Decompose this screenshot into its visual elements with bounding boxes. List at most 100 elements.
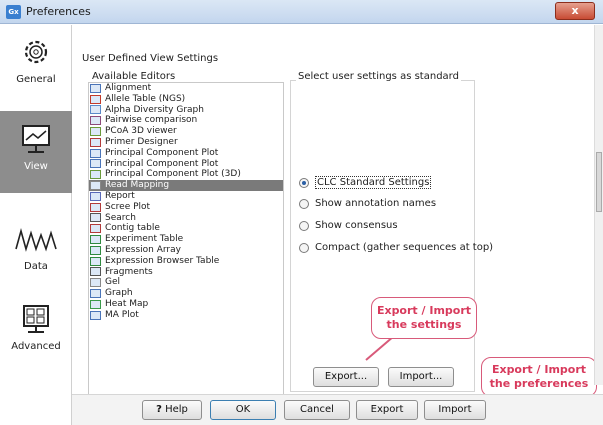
radio-button[interactable] — [299, 198, 309, 209]
editor-list-item[interactable]: Expression Array — [89, 245, 283, 256]
window-title: Preferences — [26, 5, 91, 18]
nav-item-advanced[interactable]: Advanced — [0, 295, 72, 377]
editor-list-label: Graph — [105, 288, 133, 299]
option-label: Show consensus — [315, 220, 398, 231]
editor-list-item[interactable]: Scree Plot — [89, 202, 283, 213]
scrollbar-thumb[interactable] — [596, 152, 602, 212]
editor-list-item[interactable]: Alpha Diversity Graph — [89, 105, 283, 116]
option-label: Compact (gather sequences at top) — [315, 242, 494, 253]
nav-item-view[interactable]: View — [0, 111, 72, 193]
editor-type-icon — [90, 235, 101, 245]
editor-type-icon — [90, 191, 101, 201]
editor-list-item[interactable]: Heat Map — [89, 299, 283, 310]
preferences-nav: General View Data Advanced — [0, 25, 72, 425]
editor-list-label: Read Mapping — [105, 180, 170, 191]
app-logo-icon: Gx — [6, 5, 21, 19]
editor-list-item[interactable]: Search — [89, 213, 283, 224]
editor-type-icon — [90, 267, 101, 277]
option-clc-standard[interactable]: CLC Standard Settings — [299, 176, 432, 189]
editor-list-label: Experiment Table — [105, 234, 184, 245]
help-button[interactable]: ? Help — [142, 400, 202, 420]
settings-import-button[interactable]: Import... — [388, 367, 454, 387]
editor-list-label: Report — [105, 190, 135, 201]
callout-preferences-text: Export / Import the preferences — [489, 363, 589, 390]
editor-list-label: Contig table — [105, 223, 160, 234]
settings-group-title: Select user settings as standard — [296, 71, 461, 82]
editor-type-icon — [90, 245, 101, 255]
editor-list-item[interactable]: Gel — [89, 277, 283, 288]
editor-list-item[interactable]: MA Plot — [89, 310, 283, 321]
editor-type-icon — [90, 116, 101, 126]
gear-icon — [24, 40, 48, 64]
editor-list-label: Gel — [105, 277, 121, 288]
editor-list-item[interactable]: Alignment — [89, 83, 283, 94]
callout-settings-text: Export / Import the settings — [376, 304, 472, 331]
editor-list-item[interactable]: Principal Component Plot — [89, 148, 283, 159]
ok-button[interactable]: OK — [210, 400, 276, 420]
editor-type-icon — [90, 310, 101, 320]
editor-list-label: Heat Map — [105, 298, 149, 309]
callout-settings: Export / Import the settings — [371, 297, 477, 339]
nav-item-general[interactable]: General — [0, 25, 72, 107]
editor-list-item[interactable]: Allele Table (NGS) — [89, 94, 283, 105]
settings-export-button[interactable]: Export... — [313, 367, 379, 387]
editor-type-icon — [90, 181, 101, 191]
editor-list-item[interactable]: Read Mapping — [89, 180, 283, 191]
editor-type-icon — [90, 127, 101, 137]
editor-list-item[interactable]: Principal Component Plot — [89, 159, 283, 170]
checklist-icon — [23, 305, 49, 333]
editor-list-label: Search — [105, 212, 136, 223]
editor-list-item[interactable]: Experiment Table — [89, 234, 283, 245]
editor-list-label: MA Plot — [105, 309, 139, 320]
radio-button[interactable] — [299, 220, 309, 231]
editor-list-label: Principal Component Plot — [105, 147, 219, 158]
editor-list-label: Scree Plot — [105, 201, 151, 212]
editor-type-icon — [90, 105, 101, 115]
editor-type-icon — [90, 299, 101, 309]
nav-label-advanced: Advanced — [11, 341, 61, 352]
editor-list-label: Allele Table (NGS) — [105, 93, 186, 104]
cancel-button[interactable]: Cancel — [284, 400, 350, 420]
nav-label-general: General — [16, 74, 56, 85]
editor-type-icon — [90, 224, 101, 234]
editor-list-item[interactable]: PCoA 3D viewer — [89, 126, 283, 137]
editor-type-icon — [90, 278, 101, 288]
editor-list-label: Pairwise comparison — [105, 115, 198, 126]
radio-button[interactable] — [299, 242, 309, 253]
editor-type-icon — [90, 148, 101, 158]
editor-type-icon — [90, 83, 101, 93]
help-icon: ? — [156, 404, 162, 415]
option-compact[interactable]: Compact (gather sequences at top) — [299, 242, 493, 253]
editor-list-label: Expression Array — [105, 244, 181, 255]
editor-list-item[interactable]: Principal Component Plot (3D) — [89, 169, 283, 180]
nav-item-data[interactable]: Data — [0, 203, 72, 285]
editor-list-item[interactable]: Graph — [89, 288, 283, 299]
editor-list-item[interactable]: Contig table — [89, 223, 283, 234]
editor-list-label: Principal Component Plot (3D) — [105, 169, 241, 180]
close-button[interactable]: x — [555, 2, 595, 20]
nav-label-data: Data — [24, 261, 48, 272]
option-show-consensus[interactable]: Show consensus — [299, 220, 398, 231]
editor-list-item[interactable]: Fragments — [89, 267, 283, 278]
import-button[interactable]: Import — [424, 400, 486, 420]
editor-list-label: Expression Browser Table — [105, 255, 220, 266]
editor-list-item[interactable]: Primer Designer — [89, 137, 283, 148]
editor-type-icon — [90, 94, 101, 104]
callout-preferences: Export / Import the preferences — [481, 357, 597, 397]
data-wave-icon — [15, 228, 57, 252]
radio-button[interactable] — [299, 177, 309, 188]
editor-list-item[interactable]: Pairwise comparison — [89, 115, 283, 126]
export-button[interactable]: Export — [356, 400, 418, 420]
option-show-annotation-names[interactable]: Show annotation names — [299, 198, 436, 209]
nav-label-view: View — [24, 161, 48, 172]
section-title: User Defined View Settings — [82, 53, 219, 64]
editor-list-label: Alignment — [105, 83, 152, 93]
editor-list-item[interactable]: Expression Browser Table — [89, 256, 283, 267]
editor-list[interactable]: Alignment Allele Table (NGS) Alpha Diversi… — [88, 82, 284, 396]
editor-type-icon — [90, 256, 101, 266]
editor-list-label: Fragments — [105, 266, 153, 277]
option-label: CLC Standard Settings — [315, 176, 432, 189]
help-label: Help — [165, 404, 188, 415]
editor-list-item[interactable]: Report — [89, 191, 283, 202]
title-bar: Gx Preferences x — [0, 0, 603, 24]
